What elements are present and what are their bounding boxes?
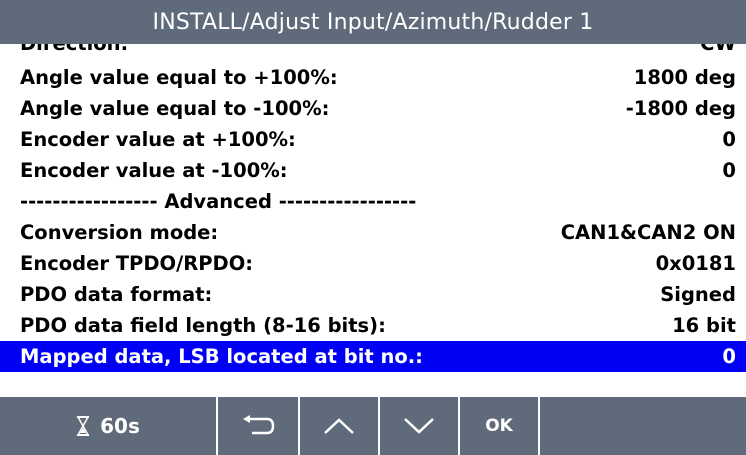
setting-row-angle-plus[interactable]: Angle value equal to +100%: 1800 deg [0,62,746,93]
setting-row-angle-minus[interactable]: Angle value equal to -100%: -1800 deg [0,93,746,124]
setting-row-encoder-plus[interactable]: Encoder value at +100%: 0 [0,124,746,155]
setting-value: 0x0181 [655,252,736,275]
chevron-down-icon [403,417,435,435]
ok-label: OK [485,416,513,436]
timeout-label: 60s [100,414,140,438]
setting-value: CAN1&CAN2 ON [560,221,736,244]
soft-key-bar: 60s OK [0,397,746,455]
setting-label: PDO data field length (8-16 bits): [20,314,386,337]
back-arrow-icon [240,415,276,437]
setting-row-mapped-data-selected[interactable]: Mapped data, LSB located at bit no.: 0 [0,341,746,372]
settings-list: Direction: CW Angle value equal to +100%… [0,44,746,397]
timeout-button[interactable]: 60s [0,397,218,455]
setting-value: 0 [722,159,736,182]
setting-row-encoder-pdo[interactable]: Encoder TPDO/RPDO: 0x0181 [0,248,746,279]
setting-row-conversion-mode[interactable]: Conversion mode: CAN1&CAN2 ON [0,217,746,248]
setting-value: 16 bit [672,314,736,337]
setting-row-pdo-length[interactable]: PDO data field length (8-16 bits): 16 bi… [0,310,746,341]
ok-button[interactable]: OK [460,397,540,455]
setting-label: Direction: [20,44,128,55]
page-title: INSTALL/Adjust Input/Azimuth/Rudder 1 [152,9,594,35]
setting-row-encoder-minus[interactable]: Encoder value at -100%: 0 [0,155,746,186]
setting-value: Signed [660,283,736,306]
setting-label: Angle value equal to -100%: [20,97,330,120]
setting-value: 0 [722,345,736,368]
setting-value: CW [700,44,736,55]
setting-value: 1800 deg [633,66,736,89]
setting-label: Mapped data, LSB located at bit no.: [20,345,423,368]
title-bar: INSTALL/Adjust Input/Azimuth/Rudder 1 [0,0,746,44]
setting-row-pdo-format[interactable]: PDO data format: Signed [0,279,746,310]
setting-label: Encoder value at -100%: [20,159,288,182]
setting-label: Encoder TPDO/RPDO: [20,252,254,275]
setting-value: -1800 deg [625,97,736,120]
setting-label: Conversion mode: [20,221,219,244]
setting-label: Angle value equal to +100%: [20,66,338,89]
setting-row-direction[interactable]: Direction: CW [0,44,746,59]
section-divider-label: ----------------- Advanced -------------… [20,190,417,213]
back-button[interactable] [218,397,300,455]
down-button[interactable] [380,397,460,455]
setting-label: Encoder value at +100%: [20,128,296,151]
chevron-up-icon [323,417,355,435]
advanced-section-divider: ----------------- Advanced -------------… [0,186,746,217]
setting-value: 0 [722,128,736,151]
up-button[interactable] [300,397,380,455]
empty-soft-key [540,397,746,455]
setting-label: PDO data format: [20,283,213,306]
hourglass-icon [76,416,90,436]
